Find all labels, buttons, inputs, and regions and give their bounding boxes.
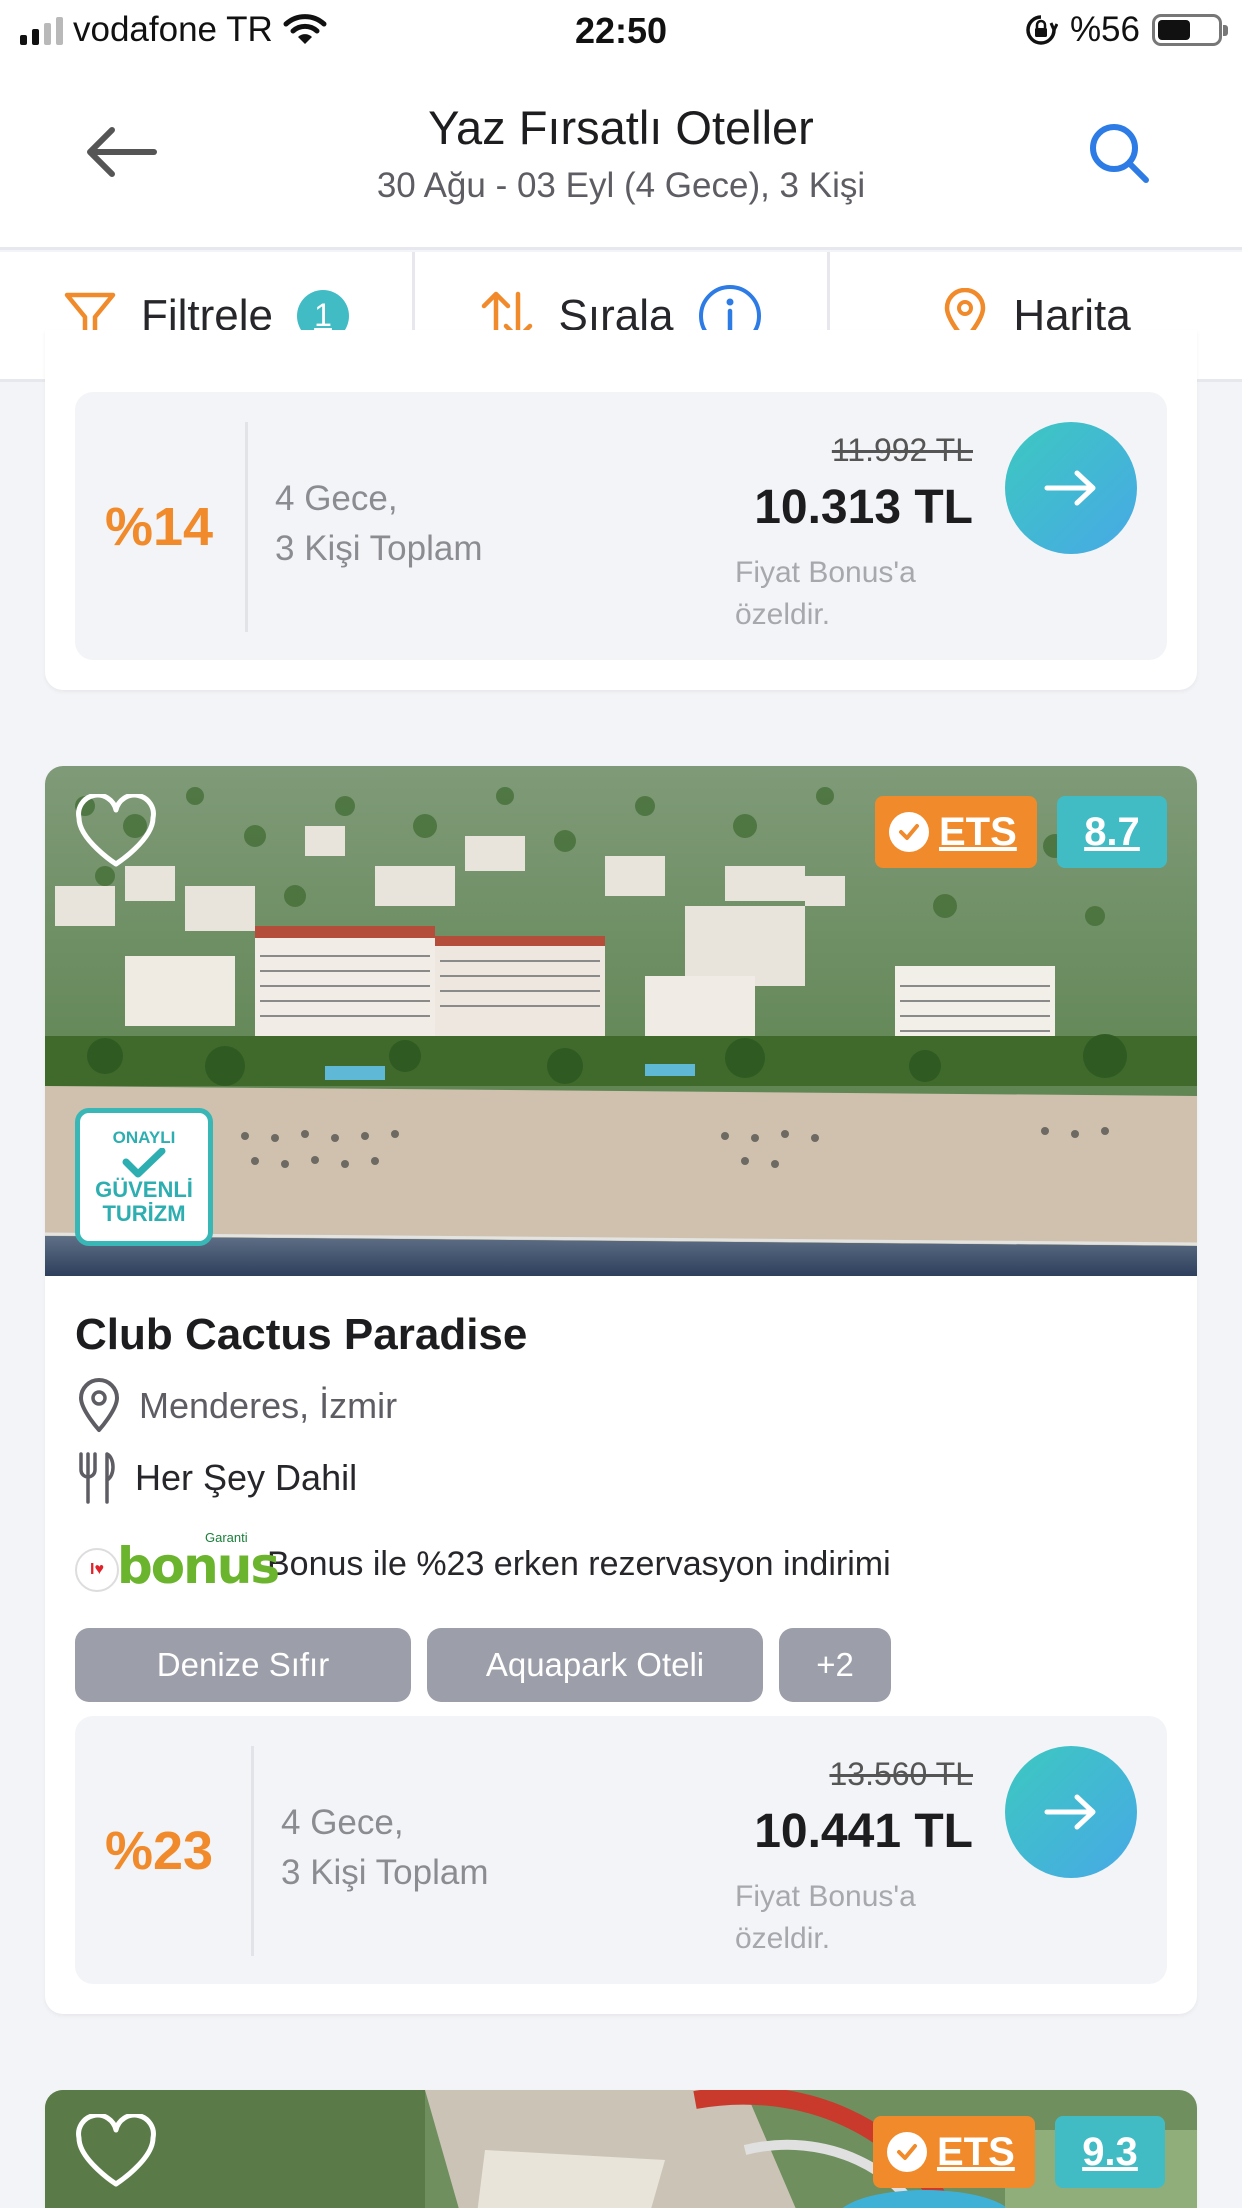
bonus-logo-brand: Garanti: [205, 1530, 248, 1545]
ets-label: ETS: [939, 809, 1017, 854]
old-price: 13.560 TL: [829, 1756, 973, 1792]
go-to-hotel-button[interactable]: [1005, 422, 1137, 554]
battery-percent: %56: [1069, 10, 1140, 49]
search-icon[interactable]: [1086, 120, 1152, 186]
price-note: Fiyat Bonus'a özeldir.: [735, 1876, 965, 1960]
rating-badge[interactable]: 8.7: [1057, 796, 1167, 868]
hotel-name[interactable]: Club Cactus Paradise: [75, 1310, 527, 1360]
ets-label: ETS: [937, 2129, 1015, 2174]
feature-tags: Denize Sıfır Aquapark Oteli +2: [75, 1628, 891, 1702]
page-subtitle[interactable]: 30 Ağu - 03 Eyl (4 Gece), 3 Kişi: [0, 166, 1242, 206]
price-box: %23 4 Gece, 3 Kişi Toplam 13.560 TL 10.4…: [75, 1716, 1167, 1984]
status-right: %56: [1024, 10, 1228, 50]
stay-summary: 4 Gece, 3 Kişi Toplam: [275, 474, 483, 574]
price-note-line2: özeldir.: [735, 1922, 831, 1955]
divider: [251, 1746, 254, 1956]
tag-aquapark[interactable]: Aquapark Oteli: [427, 1628, 763, 1702]
bonus-logo: I♥ bonus Garanti: [75, 1530, 280, 1594]
stay-summary: 4 Gece, 3 Kişi Toplam: [281, 1798, 489, 1898]
guests-label: 3 Kişi Toplam: [275, 529, 483, 568]
tag-beachfront[interactable]: Denize Sıfır: [75, 1628, 411, 1702]
hotel-card[interactable]: ETS 8.7 ONAYLI GÜVENLİ TURİZM Club Cactu…: [45, 766, 1197, 2014]
nights-label: 4 Gece,: [275, 479, 398, 518]
arrow-right-icon: [1044, 470, 1096, 506]
heart-icon[interactable]: [73, 794, 159, 870]
check-circle-icon: [889, 812, 929, 852]
discount-percent: %14: [105, 497, 214, 557]
safe-badge-line2: GÜVENLİ: [95, 1177, 193, 1202]
check-circle-icon: [887, 2132, 927, 2172]
go-to-hotel-button[interactable]: [1005, 1746, 1137, 1878]
new-price: 10.313 TL: [754, 481, 973, 534]
battery-icon: [1152, 14, 1228, 46]
battery-fill: [1158, 20, 1191, 40]
hotel-card[interactable]: ETS 9.3: [45, 2090, 1197, 2208]
bonus-promo: I♥ bonus Garanti Bonus ile %23 erken rez…: [75, 1530, 891, 1594]
board-row: Her Şey Dahil: [75, 1450, 357, 1506]
fork-knife-icon: [79, 1452, 115, 1504]
heart-logo-icon: I♥: [75, 1548, 119, 1592]
heart-icon[interactable]: [73, 2114, 159, 2190]
price-note-line1: Fiyat Bonus'a: [735, 556, 916, 589]
bonus-logo-text: bonus: [117, 1537, 280, 1595]
ets-badge[interactable]: ETS: [873, 2116, 1035, 2188]
rating-badge[interactable]: 9.3: [1055, 2116, 1165, 2188]
price-note-line2: özeldir.: [735, 598, 831, 631]
bonus-text: Bonus ile %23 erken rezervasyon indirimi: [267, 1544, 891, 1583]
status-bar: vodafone TR 22:50 %56: [0, 0, 1242, 66]
orientation-lock-icon: [1026, 15, 1058, 45]
page-title: Yaz Fırsatlı Oteller: [428, 101, 814, 154]
hotel-card[interactable]: %14 4 Gece, 3 Kişi Toplam 11.992 TL 10.3…: [45, 330, 1197, 690]
new-price: 10.441 TL: [754, 1805, 973, 1858]
old-price: 11.992 TL: [831, 432, 973, 468]
price-note: Fiyat Bonus'a özeldir.: [735, 552, 965, 636]
hotel-photo[interactable]: ETS 8.7 ONAYLI GÜVENLİ TURİZM: [45, 766, 1197, 1276]
price-box: %14 4 Gece, 3 Kişi Toplam 11.992 TL 10.3…: [75, 392, 1167, 660]
safe-badge-line3: TURİZM: [102, 1201, 186, 1226]
discount-percent: %23: [105, 1821, 214, 1881]
guests-label: 3 Kişi Toplam: [281, 1853, 489, 1892]
checkmark-icon: [122, 1148, 166, 1178]
ets-badge[interactable]: ETS: [875, 796, 1037, 868]
nights-label: 4 Gece,: [281, 1803, 404, 1842]
map-pin-icon: [79, 1378, 119, 1432]
page-header: Yaz Fırsatlı Oteller 30 Ağu - 03 Eyl (4 …: [0, 66, 1242, 250]
safe-tourism-badge: ONAYLI GÜVENLİ TURİZM: [75, 1108, 213, 1246]
tag-more[interactable]: +2: [779, 1628, 891, 1702]
price-note-line1: Fiyat Bonus'a: [735, 1880, 916, 1913]
hotel-photo[interactable]: ETS 9.3: [45, 2090, 1197, 2208]
hotel-location: Menderes, İzmir: [139, 1385, 398, 1426]
safe-badge-line1: ONAYLI: [112, 1128, 176, 1147]
location-row: Menderes, İzmir: [75, 1378, 397, 1434]
arrow-right-icon: [1044, 1794, 1096, 1830]
board-type: Her Şey Dahil: [135, 1457, 358, 1498]
divider: [245, 422, 248, 632]
